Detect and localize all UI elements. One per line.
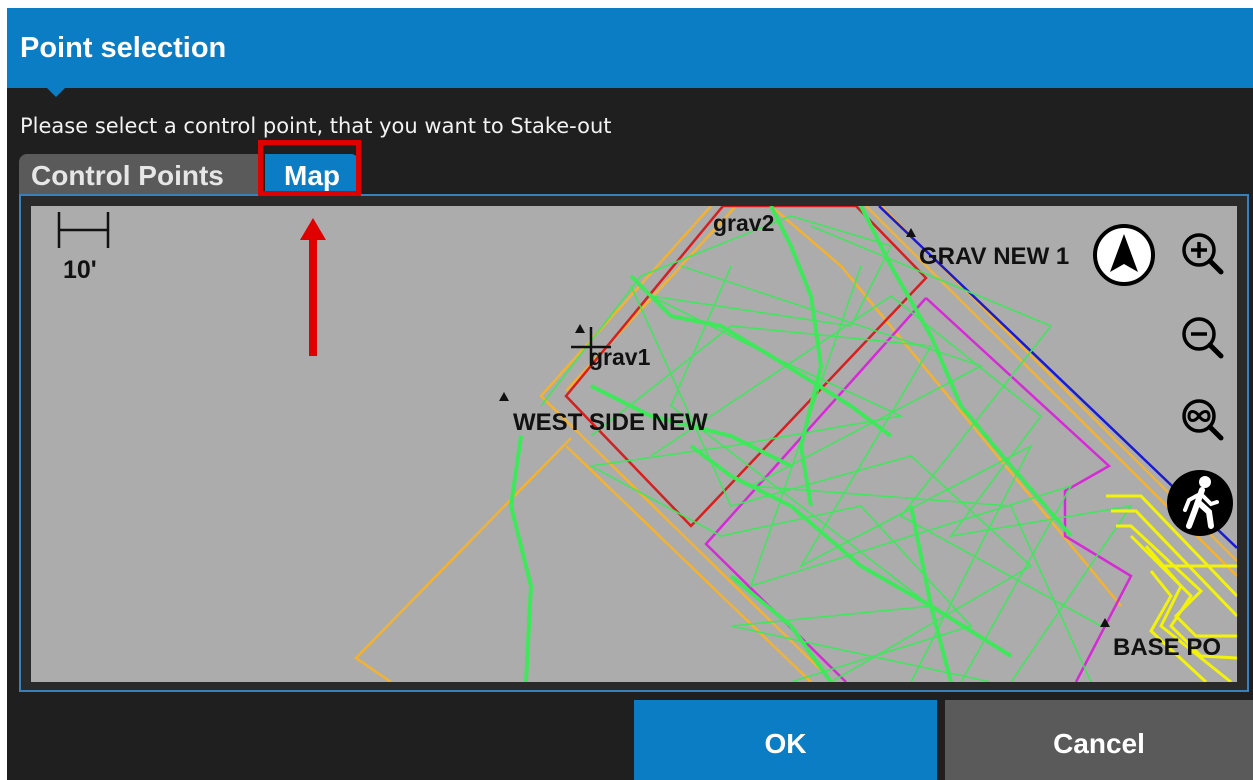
instruction-text: Please select a control point, that you … <box>20 114 612 138</box>
map-linework <box>57 206 1237 682</box>
title-notch <box>47 88 65 97</box>
scale-bar-icon <box>57 212 110 248</box>
point-label-west-side-new[interactable]: WEST SIDE NEW <box>513 409 708 437</box>
scale-label: 10' <box>63 256 97 284</box>
point-label-grav1[interactable]: grav1 <box>589 344 650 371</box>
tab-control-points[interactable]: Control Points <box>19 154 261 196</box>
green-survey-lines <box>540 215 1133 682</box>
ok-button[interactable]: OK <box>634 700 937 780</box>
title-bar: Point selection <box>7 8 1253 97</box>
point-label-grav2[interactable]: grav2 <box>713 210 774 237</box>
map-frame: 10' grav2 GRAV NEW 1 grav1 WEST SIDE NEW… <box>19 194 1249 692</box>
map-view[interactable]: 10' grav2 GRAV NEW 1 grav1 WEST SIDE NEW… <box>31 206 1237 682</box>
dialog-title: Point selection <box>20 32 227 64</box>
point-label-base-po[interactable]: BASE PO <box>1113 634 1221 662</box>
tab-map[interactable]: Map <box>265 154 359 196</box>
annotation-arrow-icon <box>300 218 326 361</box>
point-selection-dialog: Point selection Please select a control … <box>7 8 1253 780</box>
point-label-grav-new-1[interactable]: GRAV NEW 1 <box>919 243 1069 271</box>
cancel-button[interactable]: Cancel <box>945 700 1253 780</box>
